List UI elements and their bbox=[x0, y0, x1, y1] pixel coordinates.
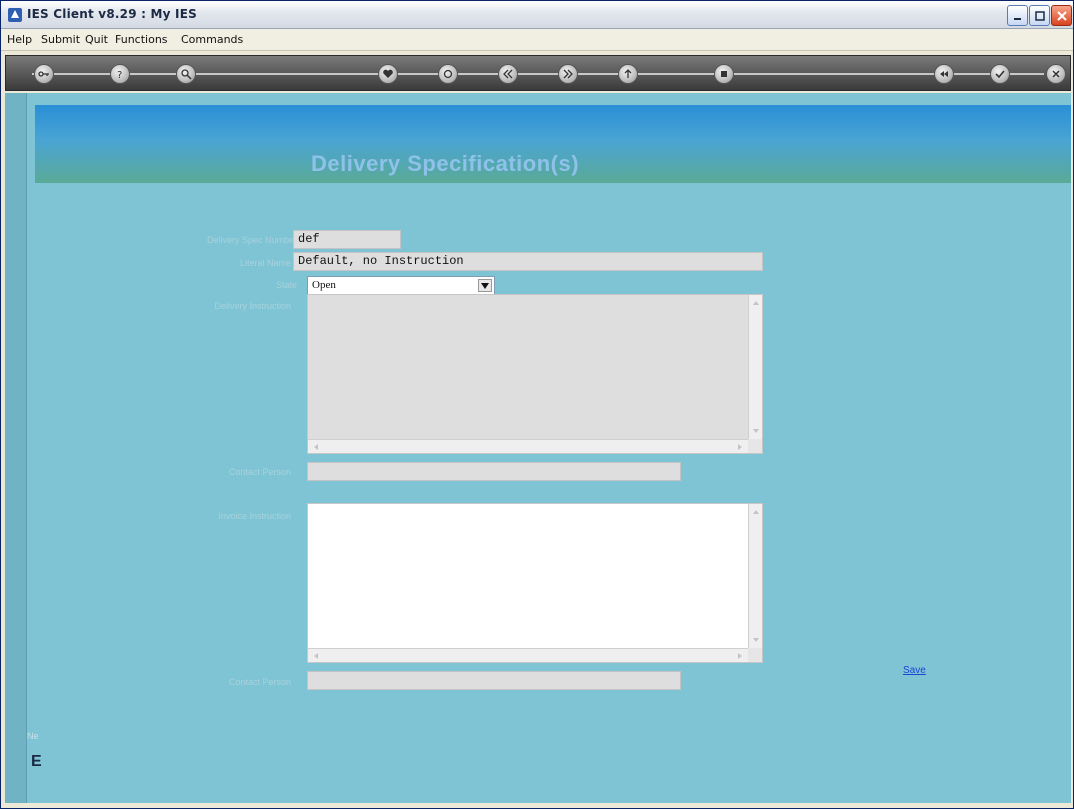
invoice-instruction-hscroll[interactable] bbox=[308, 648, 748, 662]
menu-submit[interactable]: Submit bbox=[41, 33, 80, 46]
page-title: Delivery Specification(s) bbox=[311, 151, 580, 176]
next-button[interactable] bbox=[558, 64, 578, 84]
favorite-button[interactable] bbox=[378, 64, 398, 84]
left-panel-strip bbox=[5, 93, 27, 803]
menu-help[interactable]: Help bbox=[7, 33, 32, 46]
next-icon bbox=[563, 69, 573, 79]
contact-person-2-label: Contact Person bbox=[228, 677, 291, 687]
app-window: IES Client v8.29 : My IES Help Submit Qu… bbox=[0, 0, 1074, 809]
refresh-icon bbox=[443, 69, 453, 79]
state-select[interactable]: Open bbox=[307, 276, 495, 295]
refresh-button[interactable] bbox=[438, 64, 458, 84]
save-link[interactable]: Save bbox=[903, 665, 926, 676]
contact-person-label: Contact Person bbox=[228, 467, 291, 477]
menu-commands[interactable]: Commands bbox=[181, 33, 243, 46]
title-bar[interactable]: IES Client v8.29 : My IES bbox=[1, 1, 1073, 29]
search-icon bbox=[181, 69, 192, 80]
rewind-button[interactable] bbox=[934, 64, 954, 84]
check-icon bbox=[995, 70, 1005, 79]
minimize-icon bbox=[1014, 18, 1021, 20]
toolbar: ? bbox=[5, 55, 1071, 91]
svg-text:?: ? bbox=[117, 70, 122, 80]
stop-icon bbox=[721, 71, 727, 77]
help-button[interactable]: ? bbox=[110, 64, 130, 84]
delivery-instruction-textarea[interactable] bbox=[307, 294, 763, 454]
delivery-instruction-hscroll[interactable] bbox=[308, 439, 748, 453]
menu-bar: Help Submit Quit Functions Commands bbox=[1, 29, 1073, 51]
long-name-label: Literal Name bbox=[239, 258, 291, 268]
key-icon bbox=[38, 71, 49, 77]
app-icon bbox=[7, 7, 23, 23]
contact-person-field[interactable] bbox=[307, 462, 681, 481]
invoice-instruction-textarea[interactable] bbox=[307, 503, 763, 663]
close-icon bbox=[1052, 70, 1060, 78]
rewind-icon bbox=[940, 71, 948, 77]
scroll-down-icon bbox=[753, 638, 759, 642]
close-window-button[interactable] bbox=[1051, 5, 1072, 26]
status-fragment-2: E bbox=[31, 753, 42, 770]
scroll-up-icon bbox=[753, 301, 759, 305]
confirm-button[interactable] bbox=[990, 64, 1010, 84]
scroll-left-icon bbox=[314, 444, 318, 450]
invoice-instruction-label: Invoice Instruction bbox=[218, 511, 291, 521]
scroll-right-icon bbox=[738, 444, 742, 450]
scroll-right-icon bbox=[738, 653, 742, 659]
maximize-button[interactable] bbox=[1029, 5, 1050, 26]
scroll-up-icon bbox=[753, 510, 759, 514]
up-icon bbox=[624, 69, 632, 78]
prev-icon bbox=[503, 69, 513, 79]
scroll-left-icon bbox=[314, 653, 318, 659]
window-title: IES Client v8.29 : My IES bbox=[27, 7, 197, 21]
spec-number-label: Delivery Spec Number bbox=[206, 235, 297, 245]
menu-functions[interactable]: Functions bbox=[115, 33, 168, 46]
menu-quit[interactable]: Quit bbox=[85, 33, 108, 46]
maximize-icon bbox=[1035, 11, 1045, 21]
scroll-down-icon bbox=[753, 429, 759, 433]
invoice-instruction-vscroll[interactable] bbox=[748, 504, 762, 648]
up-button[interactable] bbox=[618, 64, 638, 84]
contact-person-2-field[interactable] bbox=[307, 671, 681, 690]
close-icon bbox=[1057, 11, 1067, 21]
long-name-field[interactable]: Default, no Instruction bbox=[293, 252, 763, 271]
status-fragment: Ne bbox=[27, 731, 39, 741]
delivery-instruction-vscroll[interactable] bbox=[748, 295, 762, 439]
chevron-down-icon[interactable] bbox=[478, 279, 492, 292]
state-label: State bbox=[275, 280, 297, 290]
search-button[interactable] bbox=[176, 64, 196, 84]
scroll-corner bbox=[748, 648, 762, 662]
state-select-value: Open bbox=[312, 279, 336, 291]
heart-icon bbox=[383, 69, 393, 78]
cancel-button[interactable] bbox=[1046, 64, 1066, 84]
minimize-button[interactable] bbox=[1007, 5, 1028, 26]
delivery-instruction-label: Delivery Instruction bbox=[214, 301, 291, 311]
spec-number-field[interactable]: def bbox=[293, 230, 401, 249]
help-icon: ? bbox=[117, 70, 122, 80]
stop-button[interactable] bbox=[714, 64, 734, 84]
scroll-corner bbox=[748, 439, 762, 453]
previous-button[interactable] bbox=[498, 64, 518, 84]
key-button[interactable] bbox=[34, 64, 54, 84]
